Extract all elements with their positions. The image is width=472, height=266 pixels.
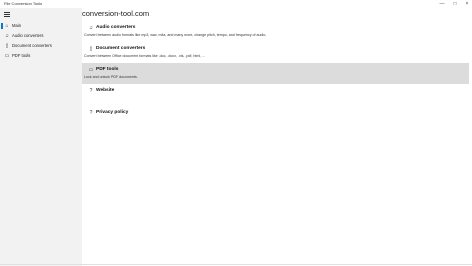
- tile-audio-converters[interactable]: ♫ Audio converters Convert between audio…: [82, 21, 470, 42]
- maximize-button[interactable]: □: [449, 0, 461, 8]
- page-title: conversion-tool.com: [82, 9, 150, 18]
- divider: [0, 264, 472, 265]
- sidebar-item-document-converters[interactable]: ▯ Document converters: [0, 41, 82, 51]
- home-icon: ⌂: [5, 23, 9, 29]
- tile-website[interactable]: ? Website: [82, 84, 470, 105]
- sidebar-item-label: Audio converters: [12, 33, 44, 38]
- hamburger-menu-icon[interactable]: [4, 12, 10, 17]
- pdf-icon: ▭: [4, 53, 10, 59]
- tile-title: PDF tools: [96, 67, 119, 72]
- sidebar-item-label: Main: [12, 23, 22, 28]
- tile-privacy-policy[interactable]: ? Privacy policy: [82, 106, 470, 127]
- close-button[interactable]: ×: [461, 0, 472, 8]
- tile-description: Convert between audio formats like mp3, …: [84, 33, 267, 37]
- app-title: File Conversion Tools: [4, 1, 43, 6]
- sidebar-item-main[interactable]: ⌂ Main: [0, 21, 82, 31]
- sidebar-item-label: Document converters: [12, 43, 52, 48]
- music-icon: ♫: [89, 25, 93, 31]
- pdf-icon: ▭: [88, 67, 94, 73]
- document-icon: ▯: [5, 43, 9, 49]
- tile-pdf-tools[interactable]: ▭ PDF tools Lock and unlock PDF document…: [82, 63, 470, 84]
- tile-title: Audio converters: [96, 25, 136, 30]
- sidebar-item-audio-converters[interactable]: ♫ Audio converters: [0, 31, 82, 41]
- tile-document-converters[interactable]: ▯ Document converters Convert between Of…: [82, 42, 470, 63]
- document-icon: ▯: [89, 46, 93, 52]
- music-icon: ♫: [5, 33, 9, 39]
- sidebar-item-label: PDF tools: [12, 53, 31, 58]
- main-content: conversion-tool.com ♫ Audio converters C…: [82, 8, 470, 266]
- tile-description: Convert between Office document formats …: [84, 54, 206, 58]
- minimize-button[interactable]: —: [436, 0, 448, 8]
- tile-description: Lock and unlock PDF documents.: [84, 75, 138, 79]
- selection-indicator: [1, 23, 3, 29]
- sidebar: ⌂ Main ♫ Audio converters ▯ Document con…: [0, 8, 82, 266]
- sidebar-item-pdf-tools[interactable]: ▭ PDF tools: [0, 51, 82, 61]
- help-icon: ?: [89, 88, 93, 94]
- title-bar: File Conversion Tools — □ ×: [0, 0, 472, 8]
- tile-title: Privacy policy: [96, 110, 129, 115]
- help-icon: ?: [89, 110, 93, 116]
- tile-title: Document converters: [96, 46, 146, 51]
- tile-title: Website: [96, 88, 115, 93]
